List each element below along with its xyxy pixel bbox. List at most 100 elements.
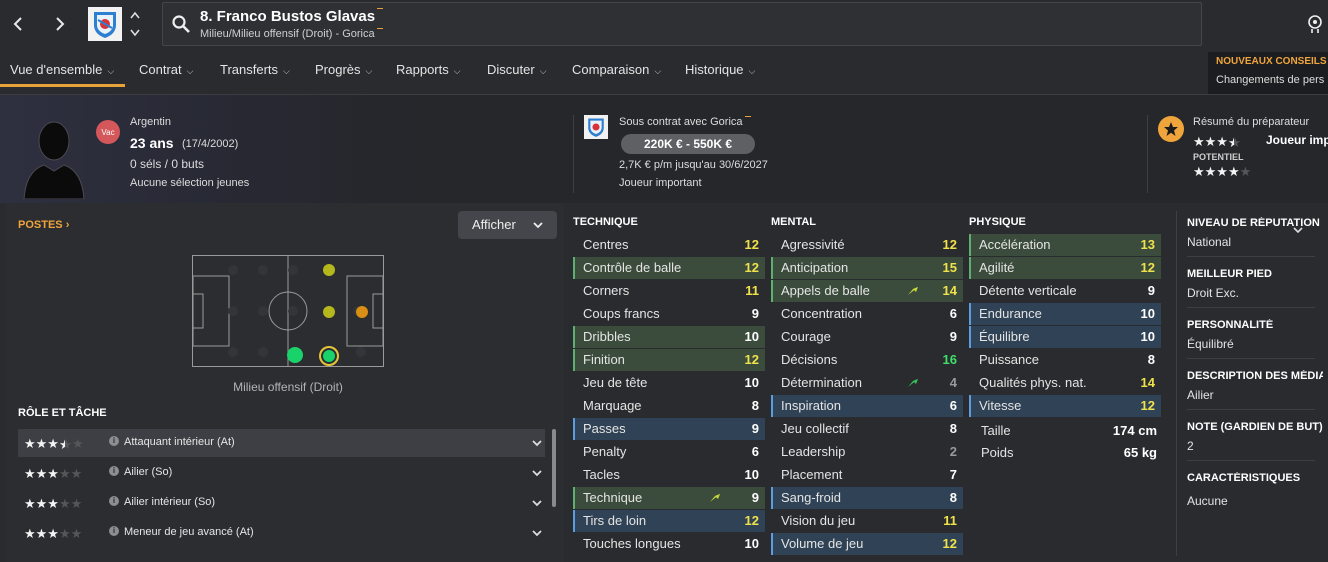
- chevron-down-icon: [533, 222, 543, 229]
- attribute-row[interactable]: Détente verticale 9: [969, 280, 1161, 302]
- attribute-row[interactable]: Touches longues 10: [573, 533, 765, 555]
- back-button[interactable]: [0, 6, 36, 42]
- attribute-row[interactable]: Marquage 8: [573, 395, 765, 417]
- attribute-name: Vitesse: [979, 398, 1022, 413]
- attribute-row[interactable]: Tirs de loin 12: [573, 510, 765, 532]
- attribute-row[interactable]: Dribbles 10: [573, 326, 765, 348]
- transfer-value-pill[interactable]: 220K € - 550K €: [621, 134, 755, 154]
- assistant-icon[interactable]: [1306, 14, 1324, 34]
- chevron-down-icon[interactable]: [531, 523, 543, 543]
- attribute-row[interactable]: Puissance 8: [969, 349, 1161, 371]
- attribute-name: Décisions: [781, 352, 838, 367]
- info-icon[interactable]: i: [109, 526, 119, 536]
- position-rating-dot[interactable]: [323, 306, 335, 318]
- attribute-row[interactable]: Concentration 6: [771, 303, 963, 325]
- youth-caps: Aucune sélection jeunes: [130, 177, 250, 189]
- attribute-row[interactable]: Agilité 12: [969, 257, 1161, 279]
- top-bar: 8. Franco Bustos Glavas Milieu/Milieu of…: [0, 0, 1328, 48]
- role-row[interactable]: ★★★★★ i Ailier intérieur (So): [18, 489, 545, 517]
- attribute-name: Technique: [583, 490, 643, 505]
- info-icon[interactable]: i: [109, 466, 119, 476]
- role-row[interactable]: ★★★★★ i Ailier (So): [18, 459, 545, 487]
- attribute-row[interactable]: Leadership 2: [771, 441, 963, 463]
- attribute-row[interactable]: Inspiration 6: [771, 395, 963, 417]
- tab-transfers[interactable]: Transferts ⌵: [220, 62, 290, 77]
- attribute-row[interactable]: Technique 9: [573, 487, 765, 509]
- attribute-row[interactable]: Contrôle de balle 12: [573, 257, 765, 279]
- flag-marker: [377, 8, 384, 9]
- position-rating-dot[interactable]: [356, 306, 368, 318]
- attribute-row[interactable]: Équilibre 10: [969, 326, 1161, 348]
- chevron-down-icon[interactable]: [1292, 225, 1304, 235]
- tab-overview[interactable]: Vue d'ensemble ⌵: [10, 62, 114, 77]
- attribute-row[interactable]: Agressivité 12: [771, 234, 963, 256]
- mental-title: MENTAL: [771, 216, 817, 228]
- technique-title: TECHNIQUE: [573, 216, 638, 228]
- position-rating-dot[interactable]: [287, 347, 303, 363]
- attribute-row[interactable]: Accélération 13: [969, 234, 1161, 256]
- attribute-row[interactable]: Endurance 10: [969, 303, 1161, 325]
- position-rating-dot-selected[interactable]: [319, 346, 339, 366]
- coach-role: Joueur imp: [1266, 133, 1328, 147]
- attribute-row[interactable]: Centres 12: [573, 234, 765, 256]
- attribute-row[interactable]: Passes 9: [573, 418, 765, 440]
- attribute-name: Jeu de tête: [583, 375, 648, 390]
- tab-progress[interactable]: Progrès ⌵: [315, 62, 372, 77]
- attribute-value: 12: [744, 352, 759, 367]
- chevron-down-icon[interactable]: [531, 463, 543, 483]
- positions-title[interactable]: POSTES ›: [18, 219, 69, 231]
- attribute-row[interactable]: Jeu de tête 10: [573, 372, 765, 394]
- chevron-down-icon[interactable]: [531, 493, 543, 513]
- forward-button[interactable]: [42, 6, 78, 42]
- tab-reports[interactable]: Rapports ⌵: [396, 62, 461, 77]
- attribute-row[interactable]: Qualités phys. nat. 14: [969, 372, 1161, 394]
- attribute-row[interactable]: Vitesse 12: [969, 395, 1161, 417]
- chevron-down-icon: ⌵: [107, 66, 115, 76]
- info-icon[interactable]: i: [109, 496, 119, 506]
- attribute-row[interactable]: Vision du jeu 11: [771, 510, 963, 532]
- attribute-value: 8: [949, 421, 957, 436]
- coach-star-icon: [1158, 116, 1184, 142]
- chevron-down-icon: ⌵: [453, 66, 461, 76]
- attribute-name: Finition: [583, 352, 625, 367]
- show-dropdown[interactable]: Afficher: [458, 211, 557, 239]
- attribute-value: 6: [949, 306, 957, 321]
- tab-history[interactable]: Historique ⌵: [685, 62, 755, 77]
- attribute-row[interactable]: Sang-froid 8: [771, 487, 963, 509]
- attribute-row[interactable]: Placement 7: [771, 464, 963, 486]
- attribute-row[interactable]: Coups francs 9: [573, 303, 765, 325]
- role-row[interactable]: ★★★★★★ i Attaquant intérieur (At): [18, 429, 545, 457]
- attribute-name: Équilibre: [979, 329, 1030, 344]
- chevron-down-icon: ⌵: [654, 66, 662, 76]
- attribute-row[interactable]: Jeu collectif 8: [771, 418, 963, 440]
- chevron-down-icon[interactable]: [531, 433, 543, 453]
- attribute-row[interactable]: Tacles 10: [573, 464, 765, 486]
- new-advice-panel[interactable]: NOUVEAUX CONSEILS D Changements de pers: [1208, 52, 1328, 94]
- attribute-value: 10: [744, 375, 759, 390]
- club-badge[interactable]: [88, 7, 122, 41]
- attribute-row[interactable]: Décisions 16: [771, 349, 963, 371]
- tab-discuss[interactable]: Discuter ⌵: [487, 62, 547, 77]
- tab-contract[interactable]: Contrat ⌵: [139, 62, 193, 77]
- attribute-row[interactable]: Détermination 4: [771, 372, 963, 394]
- reputation-value: National: [1187, 235, 1232, 249]
- attribute-row[interactable]: Corners 11: [573, 280, 765, 302]
- info-icon[interactable]: i: [109, 436, 119, 446]
- roles-scrollbar[interactable]: [552, 429, 556, 507]
- attribute-name: Jeu collectif: [781, 421, 849, 436]
- attribute-row[interactable]: Finition 12: [573, 349, 765, 371]
- attribute-row[interactable]: Penalty 6: [573, 441, 765, 463]
- attribute-row[interactable]: Volume de jeu 12: [771, 533, 963, 555]
- advice-text: Changements de pers: [1216, 74, 1325, 86]
- active-tab-indicator: [0, 84, 125, 87]
- search-icon[interactable]: [171, 14, 191, 34]
- player-switch-arrows[interactable]: [128, 8, 142, 40]
- attribute-value: 10: [744, 536, 759, 551]
- attribute-row[interactable]: Appels de balle 14: [771, 280, 963, 302]
- attribute-row[interactable]: Anticipation 15: [771, 257, 963, 279]
- position-rating-dot[interactable]: [323, 264, 335, 276]
- role-row[interactable]: ★★★★★ i Meneur de jeu avancé (At): [18, 519, 545, 547]
- attribute-row[interactable]: Courage 9: [771, 326, 963, 348]
- tab-comparison[interactable]: Comparaison ⌵: [572, 62, 661, 77]
- attribute-value: 10: [1140, 329, 1155, 344]
